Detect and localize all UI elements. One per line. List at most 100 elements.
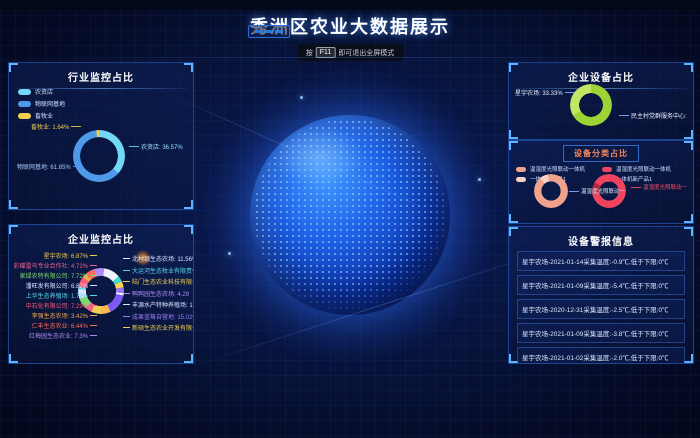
globe-highlight	[274, 127, 364, 187]
callout-text: 畜牧业: 1.64%	[31, 122, 69, 131]
header-divider	[0, 57, 700, 58]
leader-line	[90, 255, 97, 256]
label-text: 成果蓝莓自营地: 15.02%	[132, 312, 194, 321]
enterprise-label: 红梅园生态农业: 7.3%	[29, 332, 97, 339]
hint-suffix: 即可退出全屏模式	[338, 48, 394, 58]
hint-prefix: 按	[306, 48, 313, 58]
corner-accent	[509, 63, 518, 72]
callout-xingyu-farm: 星宇农场: 33.33%	[515, 88, 575, 97]
leader-line	[90, 285, 97, 286]
spark-dot	[228, 252, 231, 255]
callout-livestock: 畜牧业: 1.64%	[31, 122, 81, 131]
callout-iot-base: 物联网基地: 61.85%	[17, 162, 83, 171]
leader-line	[123, 293, 130, 294]
corner-accent	[684, 130, 693, 139]
enterprise-ratio-panel: 企业监控占比 星宇农场: 6.87% 彩蝶雷鸟专业合作社: 4.72% 家绿农特…	[8, 224, 194, 364]
callout-text: 农资店: 36.57%	[141, 142, 183, 151]
callout-text: 物联网基地: 61.85%	[17, 162, 71, 171]
leader-line	[90, 335, 97, 336]
leader-line	[90, 265, 97, 266]
enterprise-label: 星宇农场: 6.87%	[44, 252, 97, 259]
alarm-row: 星宇农场-2021-01-09采集温度:-5.4℃,低于下限:0℃	[517, 275, 685, 295]
enterprise-label: 潘旺发有限公司: 6.87%	[26, 282, 97, 289]
legend-item[interactable]: 温湿度光照联动一体机	[602, 165, 671, 173]
legend-label: 温湿度光照联动一体机	[616, 165, 671, 173]
alarm-text: 星宇农场-2021-01-09采集温度:-3.8℃,低于下限:0℃	[522, 331, 669, 338]
legend-swatch	[18, 89, 31, 95]
spark-dot	[478, 178, 481, 181]
callout-text: 温湿度光照联动一	[581, 187, 625, 195]
label-text: 星宇农场: 6.87%	[44, 251, 88, 260]
leader-line	[123, 316, 130, 317]
alarm-info-panel: 设备警报信息 星宇农场-2021-01-14采集温度:-0.9℃,低于下限:0℃…	[508, 226, 694, 364]
device-donut-chart[interactable]	[570, 84, 612, 126]
label-text: 李强生态农场: 3.42%	[32, 311, 88, 320]
corner-accent	[509, 130, 518, 139]
corner-accent	[9, 63, 18, 72]
legend-label: 农资店	[35, 87, 53, 96]
enterprise-label: 北村银生态农场: 11.56%	[123, 255, 194, 262]
enterprise-label: 陆门生态农业科技有限公	[123, 278, 194, 285]
callout-minzhu-center: 民主村党群服务中心:	[619, 111, 687, 120]
corner-accent	[684, 227, 693, 236]
industry-legend: 农资店 物联网基地 畜牧业	[18, 87, 65, 123]
callout-text: 温湿度光照联动一	[643, 183, 687, 191]
leader-line	[123, 270, 130, 271]
label-text: 中石化有限公司: 7.29%	[26, 301, 88, 310]
top-band	[0, 0, 700, 10]
alarm-text: 星宇农场-2020-12-31采集温度:-2.5℃,低于下限:0℃	[522, 307, 669, 314]
leader-line	[90, 315, 97, 316]
alarm-row: 星宇农场-2020-12-31采集温度:-2.5℃,低于下限:0℃	[517, 299, 685, 319]
globe-visualization	[250, 115, 450, 315]
enterprise-label: 大运河生态牧业有限责任公	[123, 267, 194, 274]
legend-item[interactable]: 农资店	[18, 87, 65, 96]
label-text: 新硕生态农业开发有限公司: 6.87	[132, 323, 194, 332]
legend-item[interactable]: 温湿度光照联动一体机	[516, 165, 585, 173]
alarm-row: 星宇农场-2021-01-09采集温度:-3.8℃,低于下限:0℃	[517, 323, 685, 343]
panel-title-industry: 行业监控占比	[9, 63, 193, 84]
corner-accent	[684, 63, 693, 72]
device-class-donut-left[interactable]	[534, 174, 568, 208]
industry-donut-chart[interactable]	[73, 130, 125, 182]
corner-accent	[9, 225, 18, 234]
corner-accent	[9, 200, 18, 209]
leader-line	[90, 305, 97, 306]
label-text: 陆门生态农业科技有限公	[132, 277, 194, 286]
legend-swatch	[18, 101, 31, 107]
device-class-panel: 设备分类占比 温湿度光照联动一体机 一体机新产品1 温湿度光照联动一体机	[508, 140, 694, 224]
leader-line	[90, 325, 97, 326]
leader-line	[123, 304, 130, 305]
corner-accent	[509, 214, 518, 223]
corner-accent	[184, 354, 193, 363]
leader-line	[565, 92, 575, 93]
enterprise-label: 丰源水产特种养殖场: 1.	[123, 301, 194, 308]
legend-swatch	[516, 167, 526, 172]
alarm-text: 星宇农场-2021-01-14采集温度:-0.9℃,低于下限:0℃	[522, 259, 669, 266]
label-text: 红梅园生态农业: 7.3%	[29, 331, 88, 340]
leader-line	[631, 187, 641, 188]
panel-title-device: 企业设备占比	[509, 63, 693, 84]
leader-line	[123, 327, 130, 328]
enterprise-label: 李强生态农场: 3.42%	[32, 312, 97, 319]
enterprise-label: 新硕生态农业开发有限公司: 6.87	[123, 324, 194, 331]
fullscreen-hint: 按 F11 即可退出全屏模式	[298, 44, 403, 61]
corner-accent	[184, 63, 193, 72]
label-text: 丰源水产特种养殖场: 1.	[132, 300, 194, 309]
legend-label: 温湿度光照联动一体机	[530, 165, 585, 173]
callout-device-class-right: 温湿度光照联动一	[631, 183, 687, 191]
leader-line	[123, 281, 130, 282]
alarm-text: 星宇农场-2021-01-09采集温度:-5.4℃,低于下限:0℃	[522, 283, 669, 290]
corner-accent	[684, 141, 693, 150]
leader-line	[569, 191, 579, 192]
enterprise-label: 上华生态养殖场: 1.72%	[26, 292, 97, 299]
dashboard-screen: 秀洲区农业大数据展示 按 F11 即可退出全屏模式 行业监控占比 农资店 物联网…	[0, 0, 700, 438]
legend-item[interactable]: 畜牧业	[18, 111, 65, 120]
callout-text: 民主村党群服务中心:	[631, 111, 687, 120]
enterprise-label: 成果蓝莓自营地: 15.02%	[123, 313, 194, 320]
label-text: 大运河生态牧业有限责任公	[132, 266, 194, 275]
label-text: 仁丰生态农业: 6.44%	[32, 321, 88, 330]
panel-title-enterprise: 企业监控占比	[9, 225, 193, 246]
legend-item[interactable]: 物联网基地	[18, 99, 65, 108]
label-text: 上华生态养殖场: 1.72%	[26, 291, 88, 300]
enterprise-label: 家绿农特有限公司: 7.72%	[20, 272, 97, 279]
